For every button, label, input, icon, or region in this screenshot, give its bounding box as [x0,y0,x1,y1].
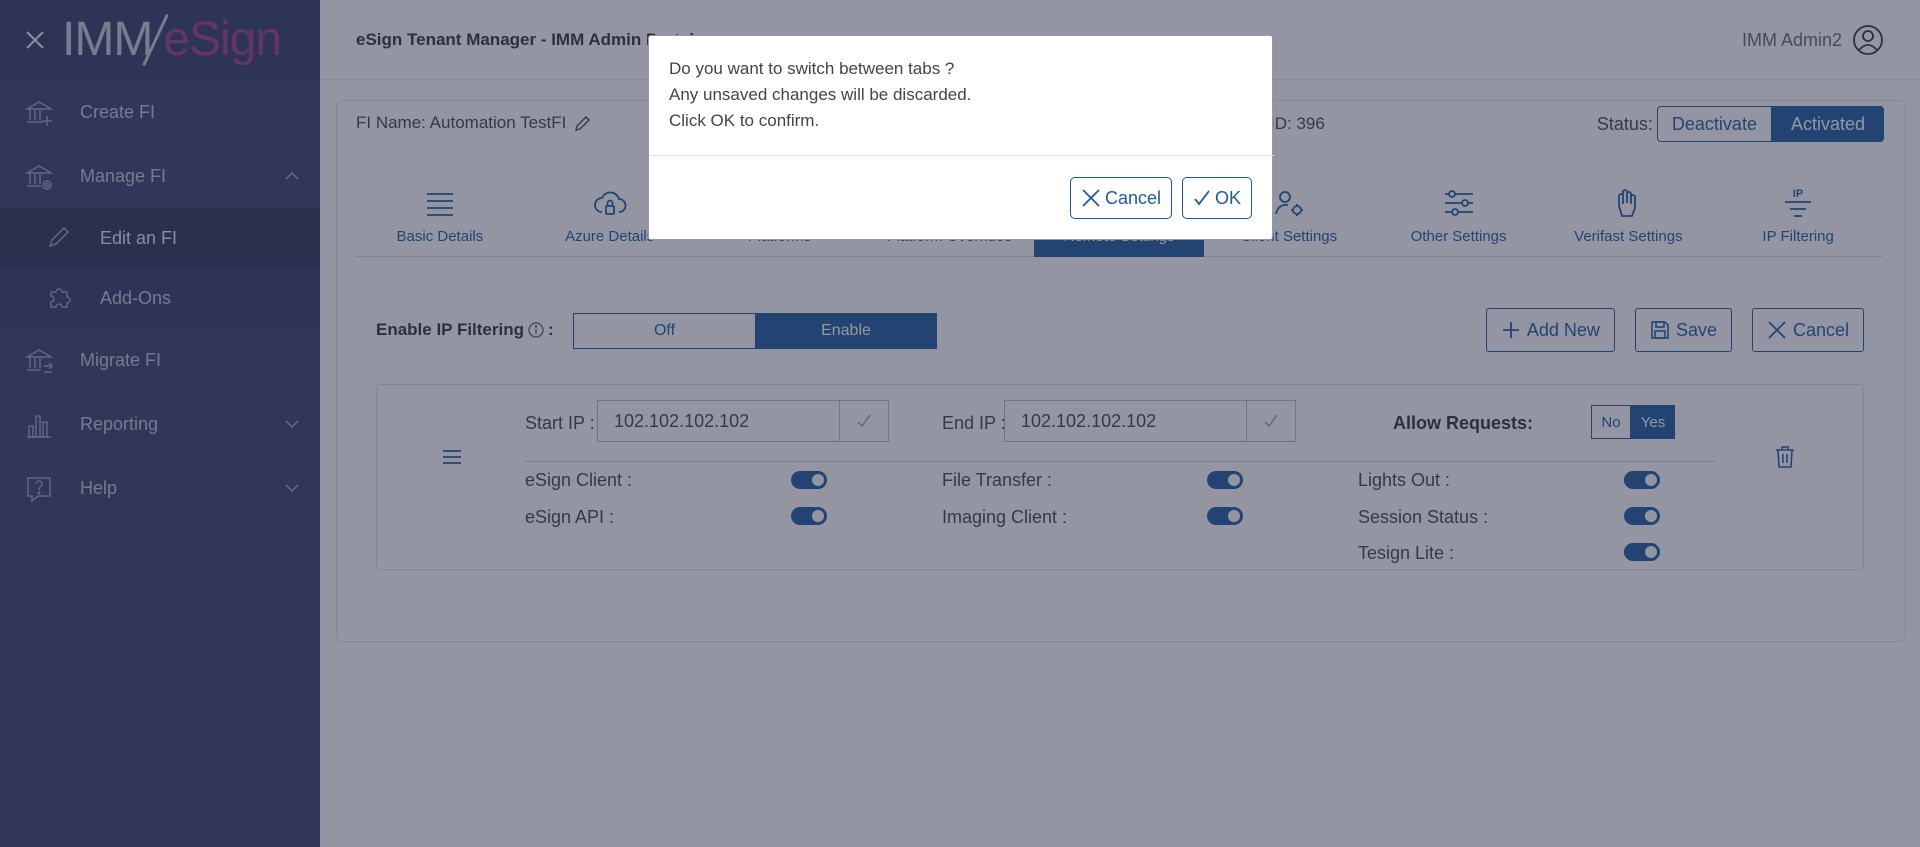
confirm-dialog: Do you want to switch between tabs ? Any… [648,35,1274,240]
confirm-dialog-body: Do you want to switch between tabs ? Any… [649,36,1274,156]
confirm-message-line3: Click OK to confirm. [669,111,820,130]
dialog-cancel-button[interactable]: Cancel [1069,177,1172,219]
confirm-dialog-footer: Cancel OK [1069,177,1252,219]
dialog-ok-button[interactable]: OK [1181,177,1252,219]
dialog-cancel-label: Cancel [1104,187,1161,208]
check-icon [1194,190,1210,206]
confirm-message-line2: Any unsaved changes will be discarded. [669,85,972,104]
dialog-ok-label: OK [1214,187,1241,208]
x-icon [1082,189,1100,207]
confirm-message-line1: Do you want to switch between tabs ? [669,59,955,78]
